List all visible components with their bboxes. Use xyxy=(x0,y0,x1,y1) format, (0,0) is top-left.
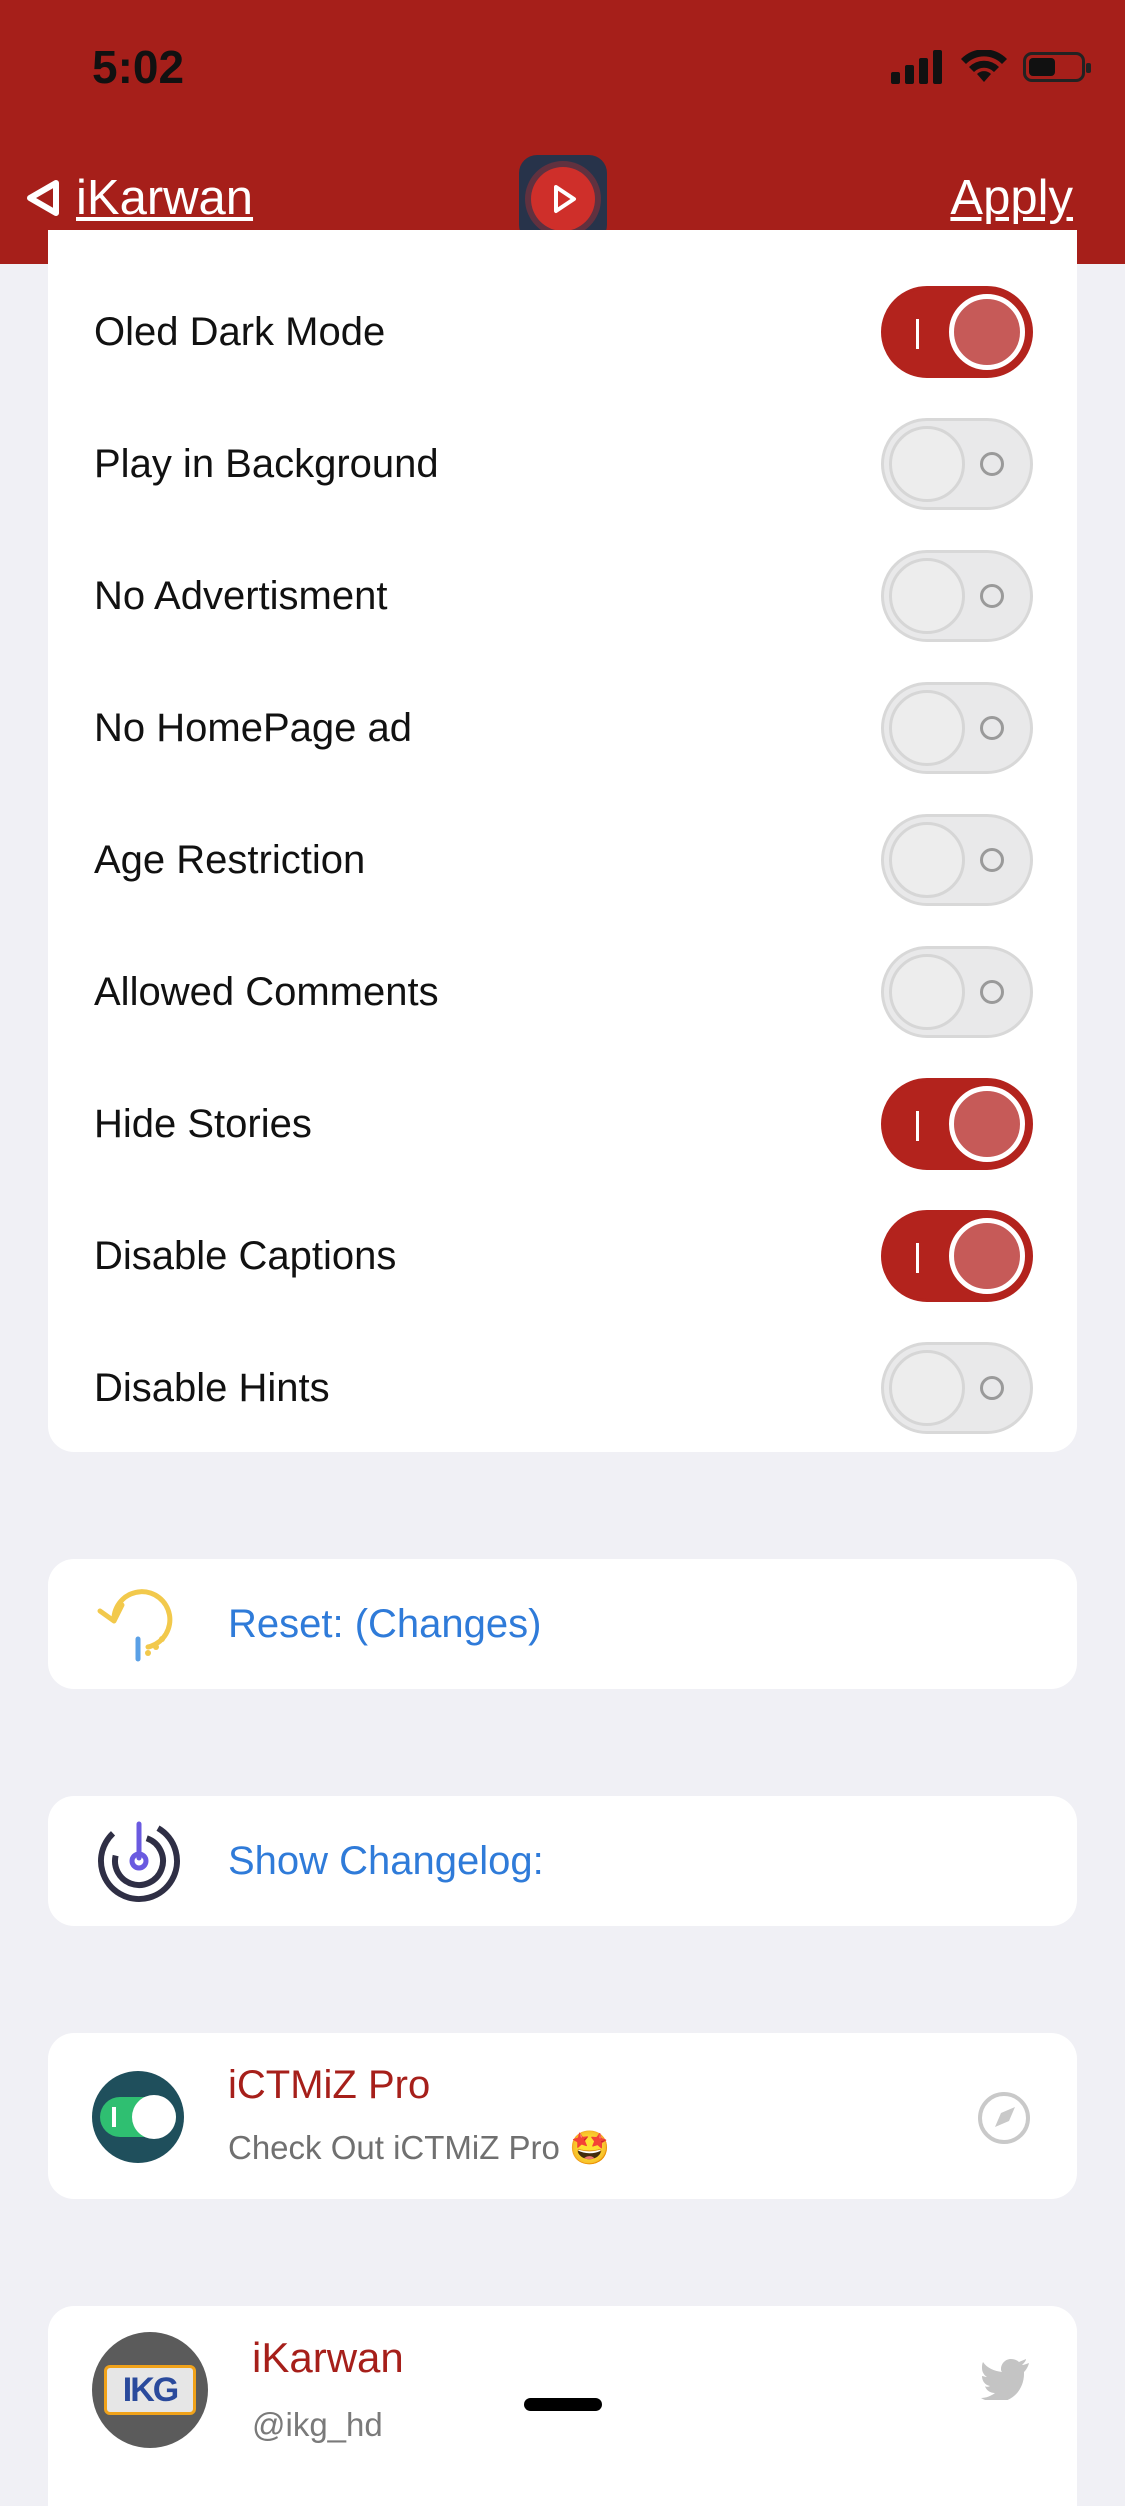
back-button-label: iKarwan xyxy=(76,171,254,225)
setting-label: Allowed Comments xyxy=(94,969,439,1014)
setting-row-allowed-comments: Allowed Comments xyxy=(94,926,1077,1058)
setting-row-no-advertisment: No Advertisment xyxy=(94,530,1077,662)
toggle-switch[interactable] xyxy=(881,1342,1033,1434)
setting-row-hide-stories: Hide Stories xyxy=(94,1058,1077,1190)
reset-changes-button[interactable]: Reset: (Changes) xyxy=(48,1559,1077,1689)
setting-label: Play in Background xyxy=(94,441,439,486)
setting-label: Oled Dark Mode xyxy=(94,309,386,354)
profile-handle: @ikg_hd xyxy=(252,2406,383,2443)
avatar: IKG xyxy=(92,2332,208,2448)
setting-row-play-in-background: Play in Background xyxy=(94,398,1077,530)
promo-title: iCTMiZ Pro xyxy=(228,2063,431,2107)
battery-icon xyxy=(1023,52,1091,82)
twitter-icon xyxy=(981,2359,1029,2400)
navigation-header: 5:02 iKarwan Apply xyxy=(0,0,1125,264)
settings-list: Oled Dark Mode Play in Background No Adv… xyxy=(48,230,1077,1452)
ikg-logo: IKG xyxy=(104,2365,196,2415)
promo-ictmiz-pro[interactable]: iCTMiZ Pro Check Out iCTMiZ Pro 🤩 xyxy=(48,2033,1077,2199)
changelog-label: Show Changelog: xyxy=(228,1838,544,1883)
profile-name: iKarwan xyxy=(252,2334,404,2381)
setting-row-disable-captions: Disable Captions xyxy=(94,1190,1077,1322)
setting-label: Hide Stories xyxy=(94,1101,312,1146)
toggle-switch[interactable] xyxy=(881,682,1033,774)
toggle-switch[interactable] xyxy=(881,550,1033,642)
apply-button[interactable]: Apply xyxy=(950,170,1073,226)
toggle-switch[interactable] xyxy=(881,418,1033,510)
setting-row-disable-hints: Disable Hints xyxy=(94,1322,1077,1452)
setting-label: Age Restriction xyxy=(94,837,366,882)
home-indicator[interactable] xyxy=(524,2398,602,2411)
promo-subtitle: Check Out iCTMiZ Pro 🤩 xyxy=(228,2129,611,2166)
reset-icon xyxy=(97,1589,173,1662)
back-button[interactable]: iKarwan xyxy=(22,170,253,226)
setting-row-no-homepage-ad: No HomePage ad xyxy=(94,662,1077,794)
reset-label: Reset: (Changes) xyxy=(228,1601,542,1646)
wifi-icon xyxy=(961,50,1007,82)
signal-icon xyxy=(891,50,942,84)
show-changelog-button[interactable]: Show Changelog: xyxy=(48,1796,1077,1926)
compass-icon xyxy=(978,2092,1030,2144)
back-arrow-icon xyxy=(27,180,59,216)
setting-label: No Advertisment xyxy=(94,573,388,618)
setting-label: No HomePage ad xyxy=(94,705,412,750)
setting-row-age-restriction: Age Restriction xyxy=(94,794,1077,926)
toggle-switch[interactable] xyxy=(881,1210,1033,1302)
status-icons xyxy=(891,50,1091,84)
setting-label: Disable Hints xyxy=(94,1365,330,1410)
toggle-switch[interactable] xyxy=(881,1078,1033,1170)
setting-label: Disable Captions xyxy=(94,1233,397,1278)
toggle-switch[interactable] xyxy=(881,946,1033,1038)
play-icon xyxy=(554,185,576,213)
changelog-icon xyxy=(98,1820,180,1902)
toggle-switch[interactable] xyxy=(881,814,1033,906)
status-time: 5:02 xyxy=(92,41,185,93)
ictmiz-toggle-logo-icon xyxy=(92,2071,184,2163)
toggle-switch[interactable] xyxy=(881,286,1033,378)
setting-row-oled-dark-mode: Oled Dark Mode xyxy=(94,266,1077,398)
